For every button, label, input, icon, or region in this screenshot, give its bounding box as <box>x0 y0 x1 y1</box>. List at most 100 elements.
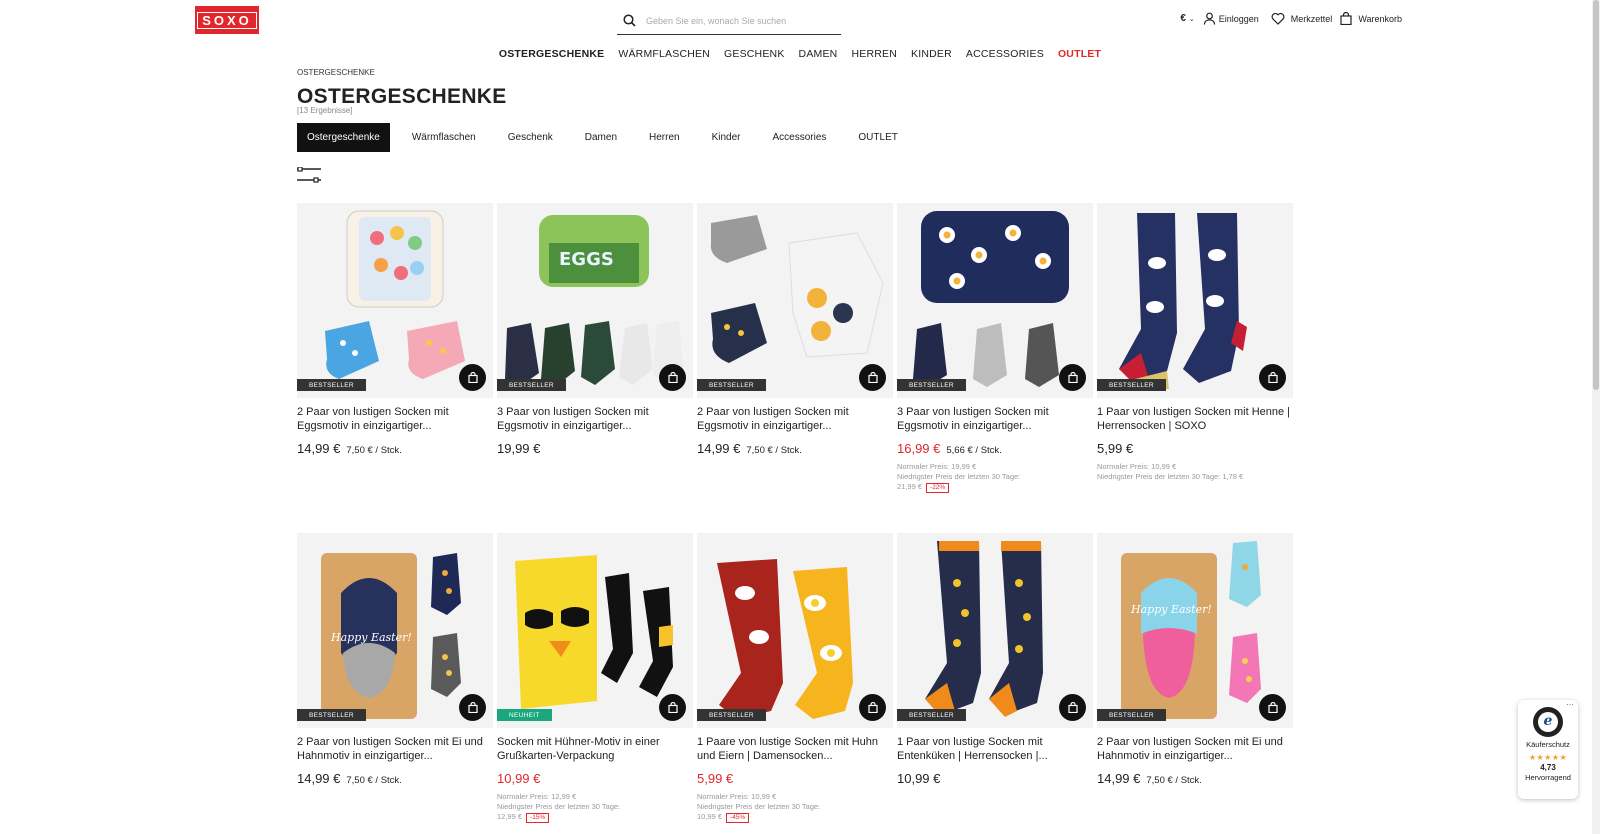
nav-kinder[interactable]: KINDER <box>911 48 952 60</box>
lowest-price-label: Niedrigster Preis der letzten 30 Tage: <box>697 802 821 811</box>
page-scrollbar[interactable] <box>1592 0 1600 834</box>
tab-kinder[interactable]: Kinder <box>702 123 751 152</box>
search-input[interactable] <box>646 15 826 26</box>
add-to-cart-button[interactable] <box>859 364 886 391</box>
cart-link[interactable]: Warenkorb <box>1340 12 1402 25</box>
product-image[interactable]: Happy Easter! BESTSELLER <box>1097 533 1293 728</box>
product-name[interactable]: 3 Paar von lustigen Socken mit Eggsmotiv… <box>897 405 1093 433</box>
tab-geschenk[interactable]: Geschenk <box>498 123 563 152</box>
product-name[interactable]: 2 Paar von lustigen Socken mit Ei und Ha… <box>297 735 493 763</box>
product-image[interactable]: BESTSELLER <box>697 533 893 728</box>
tab-damen[interactable]: Damen <box>575 123 627 152</box>
product-card[interactable]: BESTSELLER 2 Paar von lustigen Socken mi… <box>297 203 493 533</box>
lowest-price-label: Niedrigster Preis der letzten 30 Tage: 1… <box>1097 472 1244 481</box>
product-image[interactable]: BESTSELLER <box>1097 203 1293 398</box>
more-icon[interactable]: ⋯ <box>1566 700 1574 709</box>
wishlist-label: Merkzettel <box>1290 13 1333 24</box>
result-count: [13 Ergebnisse] <box>297 106 353 115</box>
product-image[interactable]: NEUHEIT <box>497 533 693 728</box>
nav-geschenk[interactable]: GESCHENK <box>724 48 785 60</box>
bestseller-badge: BESTSELLER <box>297 379 366 391</box>
product-name[interactable]: 2 Paar von lustigen Socken mit Eggsmotiv… <box>297 405 493 433</box>
product-image[interactable]: BESTSELLER <box>897 533 1093 728</box>
product-image[interactable]: BESTSELLER <box>897 203 1093 398</box>
add-to-cart-button[interactable] <box>659 694 686 721</box>
product-price: 10,99 € <box>897 771 941 786</box>
product-card[interactable]: BESTSELLER 1 Paar von lustige Socken mit… <box>897 533 1093 834</box>
shopping-bag-icon <box>467 702 478 713</box>
nav-ostergeschenke[interactable]: OSTERGESCHENKE <box>499 48 604 60</box>
scrollbar-thumb[interactable] <box>1593 0 1599 390</box>
search-icon[interactable] <box>623 14 636 27</box>
nav-accessories[interactable]: ACCESSORIES <box>966 48 1044 60</box>
add-to-cart-button[interactable] <box>1059 694 1086 721</box>
product-card[interactable]: BESTSELLER 3 Paar von lustigen Socken mi… <box>897 203 1093 533</box>
filter-icon[interactable] <box>297 167 321 183</box>
nav-outlet[interactable]: OUTLET <box>1058 48 1101 60</box>
product-image[interactable]: BESTSELLER <box>697 203 893 398</box>
login-link[interactable]: Einloggen <box>1203 12 1259 25</box>
product-image[interactable]: BESTSELLER <box>297 203 493 398</box>
product-card[interactable]: Happy Easter! BESTSELLER 2 Paar von lust… <box>1097 533 1293 834</box>
discount-badge: -15% <box>526 813 550 823</box>
add-to-cart-button[interactable] <box>459 364 486 391</box>
trusted-shops-seal-icon: e <box>1533 707 1563 737</box>
search-bar[interactable] <box>617 7 841 35</box>
product-image[interactable]: Happy Easter! BESTSELLER <box>297 533 493 728</box>
tab-outlet[interactable]: OUTLET <box>848 123 907 152</box>
product-card[interactable]: Happy Easter! BESTSELLER 2 Paar von lust… <box>297 533 493 834</box>
product-name[interactable]: 2 Paar von lustigen Socken mit Eggsmotiv… <box>697 405 893 433</box>
product-row: BESTSELLER 2 Paar von lustigen Socken mi… <box>297 203 1294 533</box>
nav-herren[interactable]: HERREN <box>851 48 897 60</box>
lowest-price-value: 21,99 € <box>897 482 923 491</box>
price-info: Normaler Preis: 12,99 € Niedrigster Prei… <box>497 792 693 823</box>
heart-icon <box>1271 12 1285 25</box>
price-info: Normaler Preis: 19,99 € Niedrigster Prei… <box>897 462 1093 493</box>
wishlist-link[interactable]: Merkzettel <box>1271 12 1333 25</box>
shopping-bag-icon <box>667 372 678 383</box>
add-to-cart-button[interactable] <box>1259 694 1286 721</box>
product-card[interactable]: NEUHEIT Socken mit Hühner-Motiv in einer… <box>497 533 693 834</box>
product-name[interactable]: 1 Paar von lustigen Socken mit Henne | H… <box>1097 405 1293 433</box>
unit-price: 5,66 € / Stck. <box>946 445 1002 456</box>
add-to-cart-button[interactable] <box>659 364 686 391</box>
shopping-bag-icon <box>1067 702 1078 713</box>
product-name[interactable]: 1 Paar von lustige Socken mit Entenküken… <box>897 735 1093 763</box>
product-name[interactable]: 3 Paar von lustigen Socken mit Eggsmotiv… <box>497 405 693 433</box>
currency-value: € <box>1180 13 1186 24</box>
lowest-price-value: 10,99 € <box>697 812 723 821</box>
soxo-logo[interactable]: SOXO <box>195 6 259 34</box>
product-card[interactable]: BESTSELLER 1 Paare von lustige Socken mi… <box>697 533 893 834</box>
product-name[interactable]: 2 Paar von lustigen Socken mit Ei und Ha… <box>1097 735 1293 763</box>
add-to-cart-button[interactable] <box>1059 364 1086 391</box>
product-name[interactable]: Socken mit Hühner-Motiv in einer Grußkar… <box>497 735 693 763</box>
product-name[interactable]: 1 Paare von lustige Socken mit Huhn und … <box>697 735 893 763</box>
tab-herren[interactable]: Herren <box>639 123 690 152</box>
logo-text: SOXO <box>197 11 257 29</box>
tab-ostergeschenke[interactable]: Ostergeschenke <box>297 123 390 152</box>
currency-selector[interactable]: € ⌄ <box>1180 13 1194 24</box>
product-card[interactable]: BESTSELLER 2 Paar von lustigen Socken mi… <box>697 203 893 533</box>
add-to-cart-button[interactable] <box>1259 364 1286 391</box>
star-rating-icon: ★★★★★ <box>1528 753 1568 762</box>
product-image[interactable]: EGGS BESTSELLER <box>497 203 693 398</box>
price-info: Normaler Preis: 10,99 € Niedrigster Prei… <box>1097 462 1293 482</box>
breadcrumb[interactable]: OSTERGESCHENKE <box>297 68 375 77</box>
product-grid: BESTSELLER 2 Paar von lustigen Socken mi… <box>297 203 1294 834</box>
lowest-price-value: 12,99 € <box>497 812 523 821</box>
tab-waermflaschen[interactable]: Wärmflaschen <box>402 123 486 152</box>
trust-rating: 4,73 <box>1540 763 1556 772</box>
add-to-cart-button[interactable] <box>859 694 886 721</box>
account-toolbar: € ⌄ Einloggen Merkzettel Warenkorb <box>1180 12 1402 25</box>
product-card[interactable]: BESTSELLER 1 Paar von lustigen Socken mi… <box>1097 203 1293 533</box>
lowest-price-label: Niedrigster Preis der letzten 30 Tage: <box>497 802 621 811</box>
login-label: Einloggen <box>1218 13 1259 24</box>
trust-badge[interactable]: ⋯ e Käuferschutz ★★★★★ 4,73 Hervorragend <box>1518 700 1578 799</box>
bestseller-badge: BESTSELLER <box>897 709 966 721</box>
add-to-cart-button[interactable] <box>459 694 486 721</box>
nav-damen[interactable]: DAMEN <box>799 48 838 60</box>
product-card[interactable]: EGGS BESTSELLER 3 Paar von lustigen Sock… <box>497 203 693 533</box>
tab-accessories[interactable]: Accessories <box>763 123 837 152</box>
nav-waermflaschen[interactable]: WÄRMFLASCHEN <box>618 48 710 60</box>
chevron-down-icon: ⌄ <box>1188 15 1195 23</box>
